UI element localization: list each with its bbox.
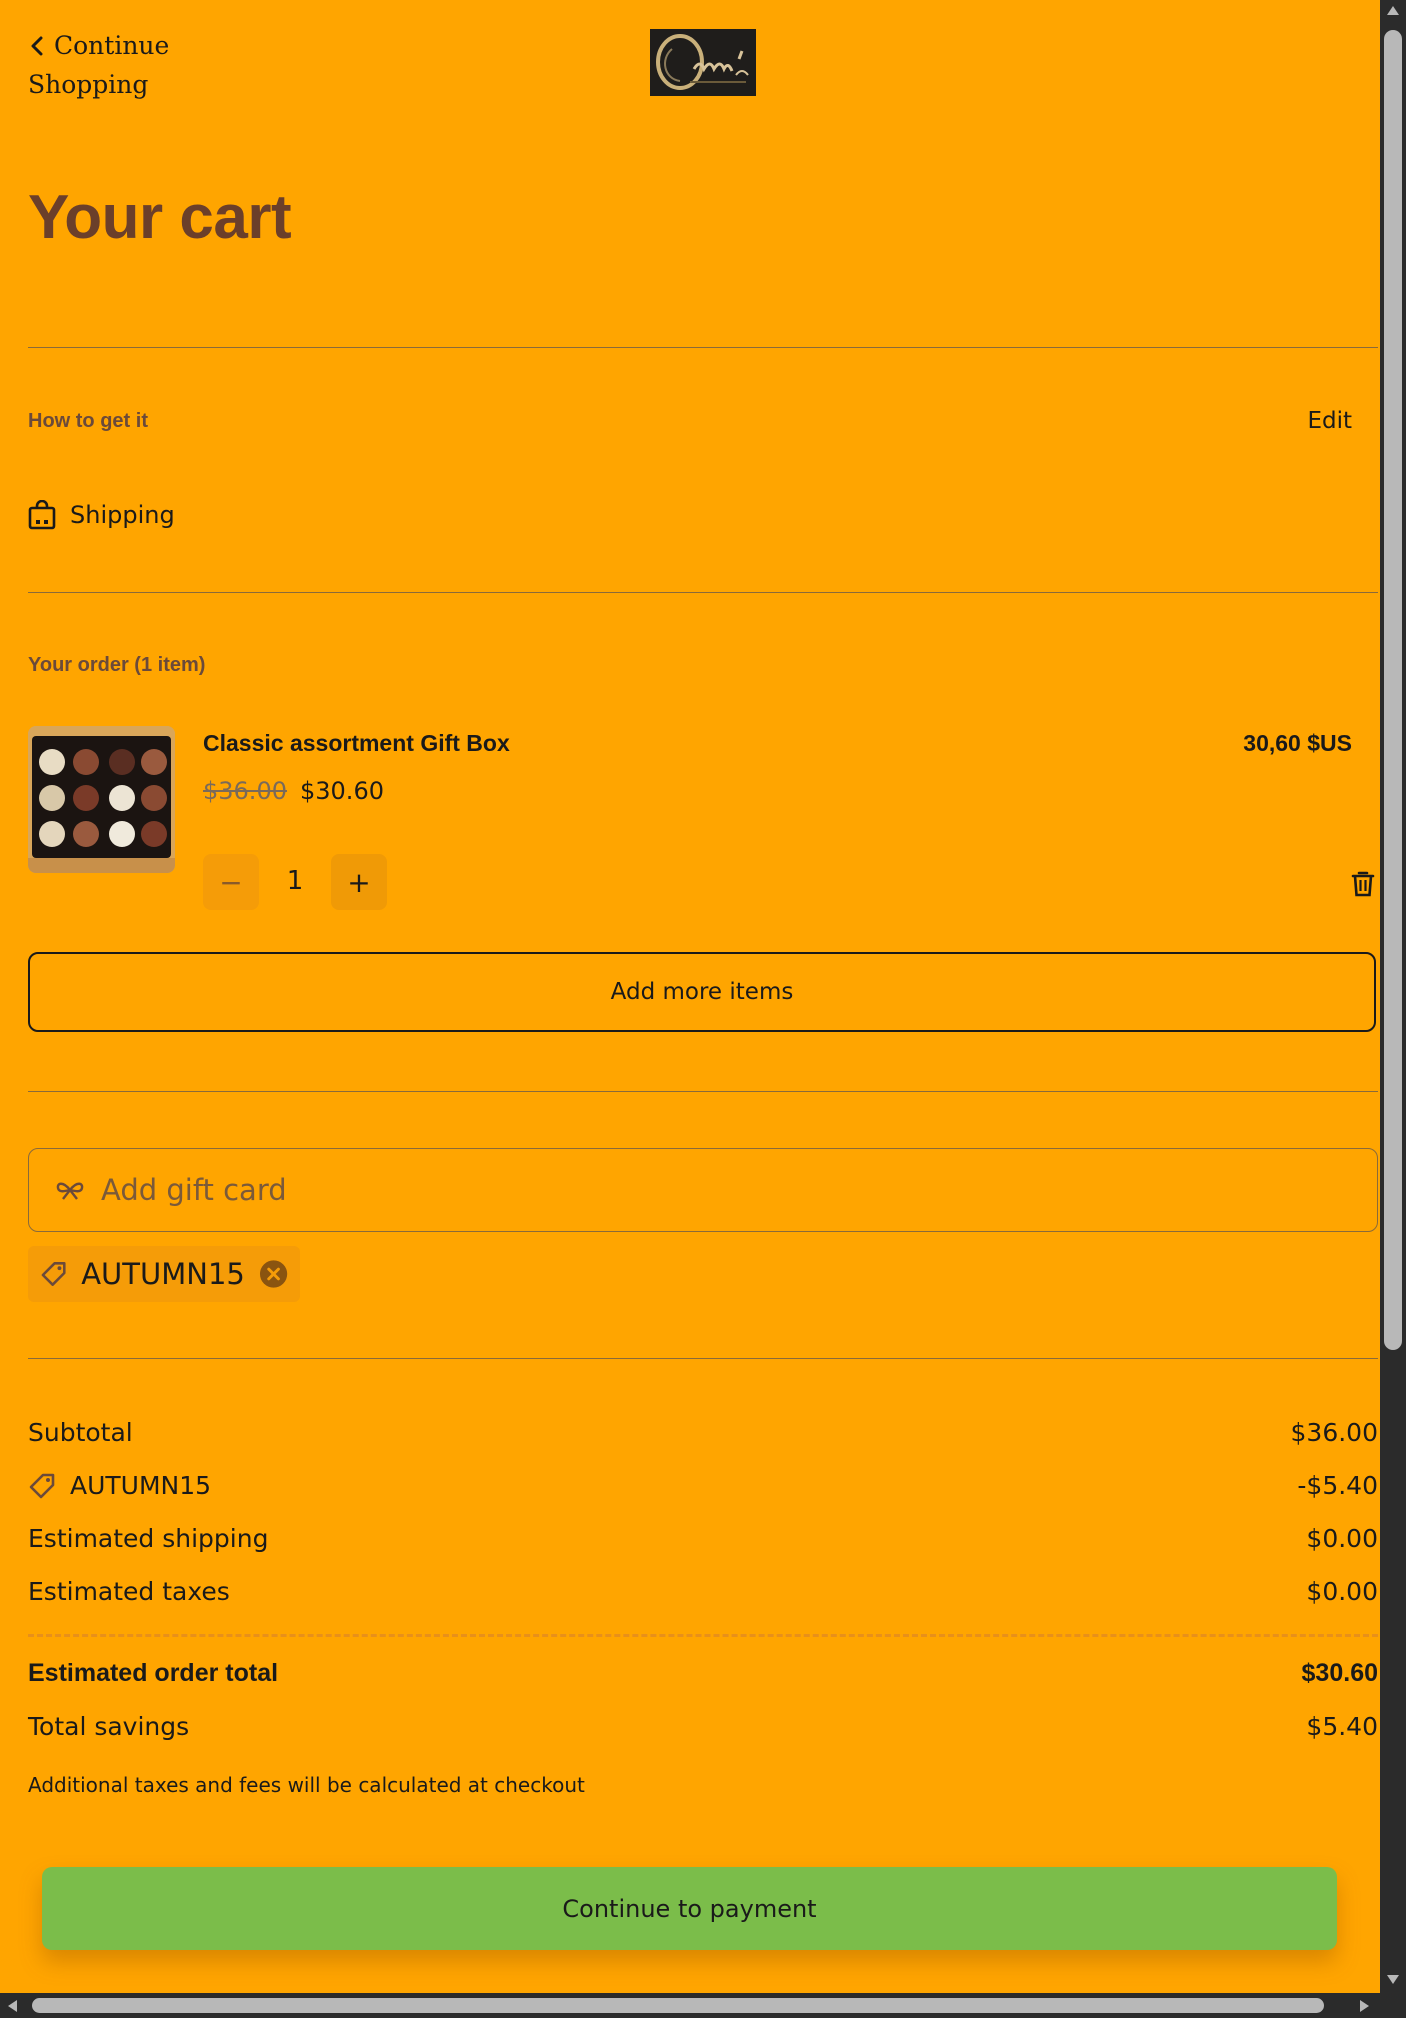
subtotal-row: Subtotal $36.00 bbox=[28, 1418, 1378, 1447]
order-count-label: Your order (1 item) bbox=[28, 654, 206, 676]
continue-shopping-link[interactable]: Continue Shopping bbox=[28, 26, 169, 104]
remove-coupon-icon[interactable] bbox=[259, 1259, 288, 1289]
brand-logo[interactable] bbox=[650, 29, 756, 96]
divider bbox=[28, 1091, 1378, 1092]
page-title: Your cart bbox=[28, 183, 292, 252]
discount-row: AUTUMN15 -$5.40 bbox=[28, 1471, 1378, 1500]
savings-label: Total savings bbox=[28, 1712, 190, 1741]
taxes-label: Estimated taxes bbox=[28, 1577, 230, 1606]
applied-coupon-chip: AUTUMN15 bbox=[28, 1246, 300, 1302]
shipping-label: Shipping bbox=[70, 501, 175, 529]
discount-label: AUTUMN15 bbox=[70, 1471, 212, 1500]
horizontal-scrollbar-thumb[interactable] bbox=[32, 1998, 1324, 2013]
shipping-cost-label: Estimated shipping bbox=[28, 1524, 269, 1553]
add-more-items-button[interactable]: Add more items bbox=[28, 952, 1376, 1032]
gift-card-placeholder: Add gift card bbox=[101, 1173, 287, 1207]
scroll-left-arrow-icon[interactable] bbox=[8, 2000, 17, 2012]
product-line-total: 30,60 $US bbox=[1243, 730, 1352, 756]
shipping-method: Shipping bbox=[28, 500, 175, 530]
cart-page: Continue Shopping Your cart How to get i… bbox=[0, 0, 1380, 1993]
taxes-value: $0.00 bbox=[1306, 1577, 1378, 1606]
subtotal-label: Subtotal bbox=[28, 1418, 133, 1447]
vertical-scrollbar-thumb[interactable] bbox=[1384, 30, 1402, 1350]
savings-row: Total savings $5.40 bbox=[28, 1712, 1378, 1741]
savings-value: $5.40 bbox=[1306, 1712, 1378, 1741]
dashed-divider bbox=[28, 1634, 1378, 1637]
product-name[interactable]: Classic assortment Gift Box bbox=[203, 730, 510, 757]
product-image[interactable] bbox=[28, 726, 175, 873]
shopping-label: Shopping bbox=[28, 70, 149, 99]
divider bbox=[28, 347, 1378, 348]
shipping-cost-value: $0.00 bbox=[1306, 1524, 1378, 1553]
scroll-up-arrow-icon[interactable] bbox=[1387, 6, 1399, 15]
logo-image bbox=[650, 29, 756, 96]
increase-quantity-button[interactable]: + bbox=[331, 854, 387, 910]
original-price: $36.00 bbox=[203, 777, 287, 805]
edit-fulfillment-button[interactable]: Edit bbox=[1307, 408, 1352, 434]
coupon-code: AUTUMN15 bbox=[81, 1257, 245, 1291]
how-to-get-it-label: How to get it bbox=[28, 410, 148, 432]
divider bbox=[28, 1358, 1378, 1359]
gift-bow-icon bbox=[56, 1182, 84, 1200]
discount-value: -$5.40 bbox=[1297, 1471, 1378, 1500]
continue-label: Continue bbox=[54, 31, 170, 60]
shipping-row: Estimated shipping $0.00 bbox=[28, 1524, 1378, 1553]
gift-card-input[interactable]: Add gift card bbox=[28, 1148, 1378, 1232]
trash-icon[interactable] bbox=[1350, 870, 1376, 898]
sale-price: $30.60 bbox=[300, 777, 384, 805]
checkout-note: Additional taxes and fees will be calcul… bbox=[28, 1773, 585, 1797]
shopping-bag-icon bbox=[28, 500, 56, 530]
divider bbox=[28, 592, 1378, 593]
tag-icon bbox=[41, 1262, 66, 1286]
scroll-down-arrow-icon[interactable] bbox=[1387, 1975, 1399, 1984]
chevron-left-icon bbox=[31, 36, 43, 56]
scroll-right-arrow-icon[interactable] bbox=[1360, 2000, 1369, 2012]
taxes-row: Estimated taxes $0.00 bbox=[28, 1577, 1378, 1606]
quantity-value: 1 bbox=[286, 866, 304, 896]
order-total-row: Estimated order total $30.60 bbox=[28, 1659, 1378, 1688]
order-total-label: Estimated order total bbox=[28, 1659, 279, 1687]
subtotal-value: $36.00 bbox=[1290, 1418, 1378, 1447]
tag-icon bbox=[29, 1473, 55, 1498]
continue-to-payment-button[interactable]: Continue to payment bbox=[42, 1867, 1337, 1950]
order-total-value: $30.60 bbox=[1301, 1659, 1378, 1687]
chocolate-box-image bbox=[28, 726, 175, 873]
decrease-quantity-button[interactable]: − bbox=[203, 854, 259, 910]
